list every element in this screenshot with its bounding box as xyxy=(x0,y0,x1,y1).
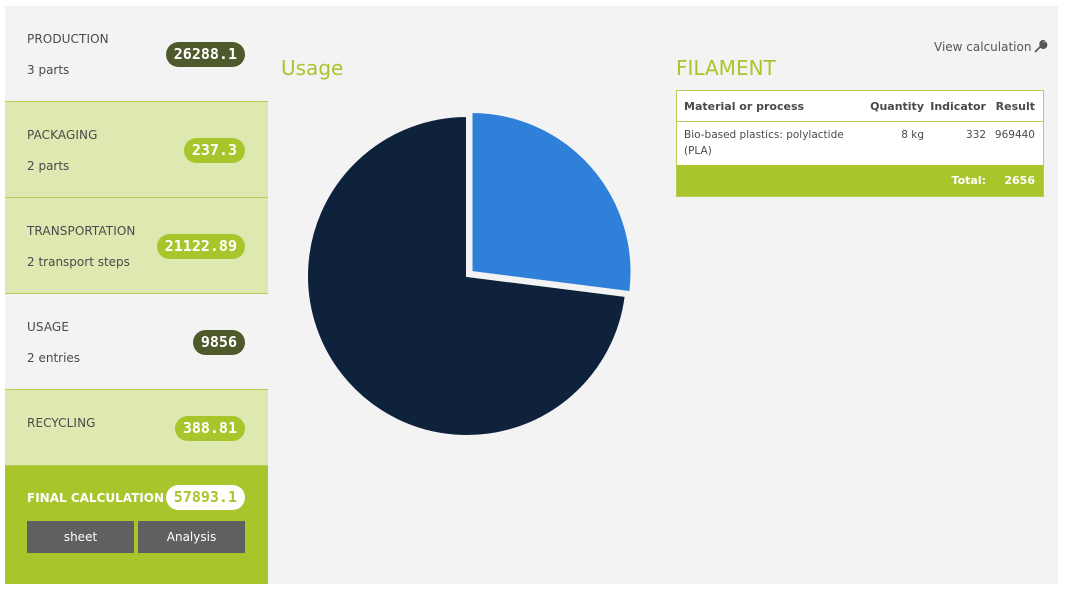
app-window: PRODUCTION 3 parts 26288.1 PACKAGING 2 p… xyxy=(5,6,1058,584)
sidebar-item-packaging[interactable]: PACKAGING 2 parts 237.3 xyxy=(5,102,268,198)
usage-title: Usage xyxy=(281,56,344,80)
cell-indicator: 332 xyxy=(965,129,986,141)
header-indicator: Indicator xyxy=(930,100,986,113)
step-title: PACKAGING xyxy=(27,128,98,142)
sidebar: PRODUCTION 3 parts 26288.1 PACKAGING 2 p… xyxy=(5,6,268,584)
view-calculation-link[interactable]: View calculation xyxy=(934,39,1048,56)
final-calculation-panel: FINAL CALCULATION 57893.1 sheet Analysis xyxy=(5,466,268,584)
table-total-row: Total: 2656 xyxy=(677,165,1043,196)
cell-result: 969440 xyxy=(994,129,1035,141)
filament-title: FILAMENT xyxy=(676,56,776,80)
cell-quantity: 8 kg xyxy=(901,129,924,141)
step-title: TRANSPORTATION xyxy=(27,224,136,238)
sheet-button[interactable]: sheet xyxy=(27,521,134,553)
step-subtitle: 2 transport steps xyxy=(27,255,130,269)
wrench-icon xyxy=(1034,39,1048,56)
usage-pie-chart xyxy=(306,111,633,437)
step-value-badge: 237.3 xyxy=(183,138,245,163)
pie-slice-0[interactable] xyxy=(470,111,633,294)
sidebar-item-usage[interactable]: USAGE 2 entries 9856 xyxy=(5,294,268,390)
final-calculation-title: FINAL CALCULATION xyxy=(27,491,165,505)
header-quantity: Quantity xyxy=(870,100,924,113)
step-value-badge: 9856 xyxy=(192,330,245,355)
step-title: USAGE xyxy=(27,320,70,334)
final-calculation-value: 57893.1 xyxy=(165,485,245,510)
step-subtitle: 2 parts xyxy=(27,159,70,173)
header-result: Result xyxy=(995,100,1035,113)
analysis-button[interactable]: Analysis xyxy=(138,521,245,553)
cell-material: Bio-based plastics: polylactide (PLA) xyxy=(684,129,844,157)
total-value: 2656 xyxy=(1004,174,1035,187)
table-header-row: Material or process Quantity Indicator R… xyxy=(677,91,1043,122)
filament-table: Material or process Quantity Indicator R… xyxy=(676,90,1044,197)
step-value-badge: 26288.1 xyxy=(165,42,245,67)
step-value-badge: 21122.89 xyxy=(156,234,245,259)
step-title: RECYCLING xyxy=(27,416,96,430)
total-label: Total: xyxy=(951,174,986,187)
sidebar-item-production[interactable]: PRODUCTION 3 parts 26288.1 xyxy=(5,6,268,102)
table-row: Bio-based plastics: polylactide (PLA) 8 … xyxy=(677,122,1043,165)
step-title: PRODUCTION xyxy=(27,32,109,46)
header-material: Material or process xyxy=(684,100,805,113)
step-subtitle: 3 parts xyxy=(27,63,70,77)
step-value-badge: 388.81 xyxy=(174,416,245,441)
sidebar-item-recycling[interactable]: RECYCLING 388.81 xyxy=(5,390,268,466)
step-subtitle: 2 entries xyxy=(27,351,81,365)
view-calculation-label: View calculation xyxy=(934,40,1032,54)
sidebar-item-transportation[interactable]: TRANSPORTATION 2 transport steps 21122.8… xyxy=(5,198,268,294)
